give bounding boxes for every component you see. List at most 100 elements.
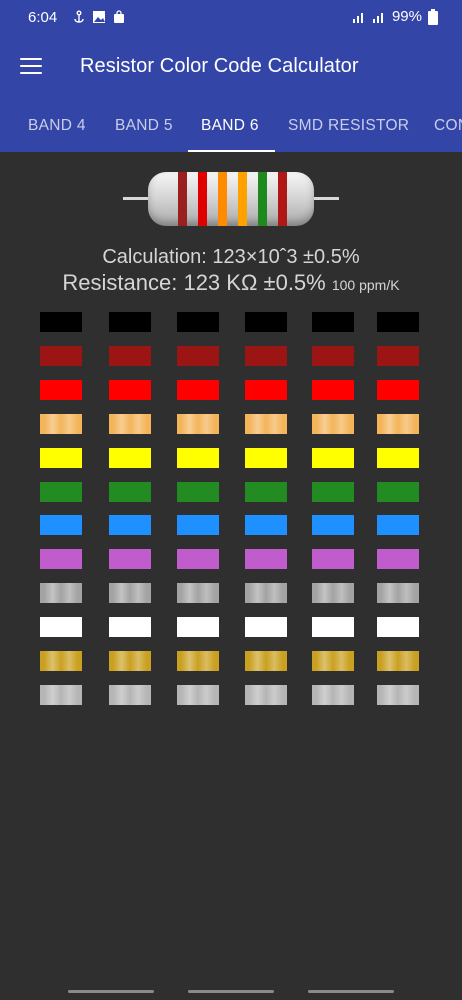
swatch-band6-yellow[interactable] [377,447,419,468]
swatch-band5-violet[interactable] [312,549,354,570]
swatch-band3-yellow[interactable] [177,447,219,468]
swatch-band2-orange[interactable] [109,413,151,434]
swatch-band4-yellow[interactable] [245,447,287,468]
swatch-band6-brown[interactable] [377,345,419,366]
app-bar: Resistor Color Code Calculator [0,38,462,98]
swatch-band5-gold[interactable] [312,651,354,671]
swatch-band1-red[interactable] [40,379,82,400]
swatch-band1-orange[interactable] [40,413,82,434]
tab-smd-resistor[interactable]: SMD RESISTOR [288,98,409,152]
swatch-band5-red[interactable] [312,379,354,400]
resistor-band-6 [278,172,287,226]
signal-icon [352,12,363,23]
swatch-band5-yellow[interactable] [312,447,354,468]
swatch-band2-red[interactable] [109,379,151,400]
swatch-band4-grey[interactable] [245,583,287,604]
swatch-band2-grey[interactable] [109,583,151,604]
swatch-band4-silver[interactable] [245,684,287,705]
swatch-band3-grey[interactable] [177,583,219,604]
status-bar: 6:04 99% [0,0,462,38]
tab-band-5[interactable]: BAND 5 [115,98,173,152]
swatch-band6-red[interactable] [377,379,419,400]
swatch-band5-grey[interactable] [312,583,354,604]
swatch-band5-green[interactable] [312,481,354,502]
swatch-band3-violet[interactable] [177,549,219,570]
swatch-band1-green[interactable] [40,481,82,502]
swatch-band2-silver[interactable] [109,684,151,705]
swatch-band4-green[interactable] [245,481,287,502]
app-title: Resistor Color Code Calculator [80,55,359,77]
swatch-band1-silver[interactable] [40,684,82,705]
swatch-band6-black[interactable] [377,312,419,332]
swatch-band2-gold[interactable] [109,651,151,671]
tab-indicator [188,150,275,152]
image-icon [93,11,105,23]
swatch-band2-violet[interactable] [109,549,151,570]
swatch-band6-violet[interactable] [377,549,419,570]
swatch-band6-orange[interactable] [377,413,419,434]
swatch-band2-brown[interactable] [109,345,151,366]
swatch-band1-violet[interactable] [40,549,82,570]
swatch-band4-white[interactable] [245,617,287,638]
swatch-band3-green[interactable] [177,481,219,502]
battery-percent: 99% [391,8,422,25]
swatch-band6-green[interactable] [377,481,419,502]
swatch-band2-black[interactable] [109,312,151,332]
resistor-band-1 [178,172,187,226]
swatch-band5-brown[interactable] [312,345,354,366]
swatch-band5-silver[interactable] [312,684,354,705]
swatch-band5-orange[interactable] [312,413,354,434]
nav-hint-right [308,990,394,993]
resistor-body [148,172,314,226]
swatch-band1-grey[interactable] [40,583,82,604]
swatch-band3-silver[interactable] [177,684,219,705]
swatch-band2-green[interactable] [109,481,151,502]
resistor-graphic [123,170,339,228]
swatch-band1-brown[interactable] [40,345,82,366]
swatch-band1-black[interactable] [40,312,82,332]
menu-icon[interactable] [20,58,42,76]
anchor-icon [74,10,84,23]
swatch-band1-blue[interactable] [40,515,82,536]
tab-con[interactable]: CON [434,98,462,152]
swatch-band6-blue[interactable] [377,515,419,536]
swatch-band6-white[interactable] [377,617,419,638]
nav-hint-left [68,990,154,993]
swatch-band5-white[interactable] [312,617,354,638]
swatch-band3-red[interactable] [177,379,219,400]
status-time: 6:04 [28,9,58,26]
resistor-band-4 [238,172,247,226]
swatch-band1-gold[interactable] [40,651,82,671]
swatch-band4-brown[interactable] [245,345,287,366]
swatch-band1-yellow[interactable] [40,447,82,468]
resistor-band-3 [218,172,227,226]
swatch-band6-gold[interactable] [377,651,419,671]
signal-icon-2 [372,12,383,23]
swatch-band4-blue[interactable] [245,515,287,536]
swatch-band4-red[interactable] [245,379,287,400]
tab-band-6[interactable]: BAND 6 [201,98,259,152]
swatch-band3-gold[interactable] [177,651,219,671]
swatch-band3-blue[interactable] [177,515,219,536]
swatch-band4-gold[interactable] [245,651,287,671]
swatch-band2-yellow[interactable] [109,447,151,468]
swatch-band5-blue[interactable] [312,515,354,536]
swatch-band3-black[interactable] [177,312,219,332]
swatch-band4-violet[interactable] [245,549,287,570]
swatch-band5-black[interactable] [312,312,354,332]
swatch-band3-brown[interactable] [177,345,219,366]
swatch-band6-grey[interactable] [377,583,419,604]
swatch-band4-orange[interactable] [245,413,287,434]
swatch-band3-orange[interactable] [177,413,219,434]
swatch-band6-silver[interactable] [377,684,419,705]
battery-icon [428,8,438,25]
swatch-band2-white[interactable] [109,617,151,638]
resistance-text: Resistance: 123 KΩ ±0.5% 100 ppm/K [0,270,462,296]
swatch-band4-black[interactable] [245,312,287,332]
nav-hint-center [188,990,274,993]
swatch-band2-blue[interactable] [109,515,151,536]
tempco-text: 100 ppm/K [331,277,400,293]
swatch-band1-white[interactable] [40,617,82,638]
swatch-band3-white[interactable] [177,617,219,638]
tab-band-4[interactable]: BAND 4 [28,98,86,152]
